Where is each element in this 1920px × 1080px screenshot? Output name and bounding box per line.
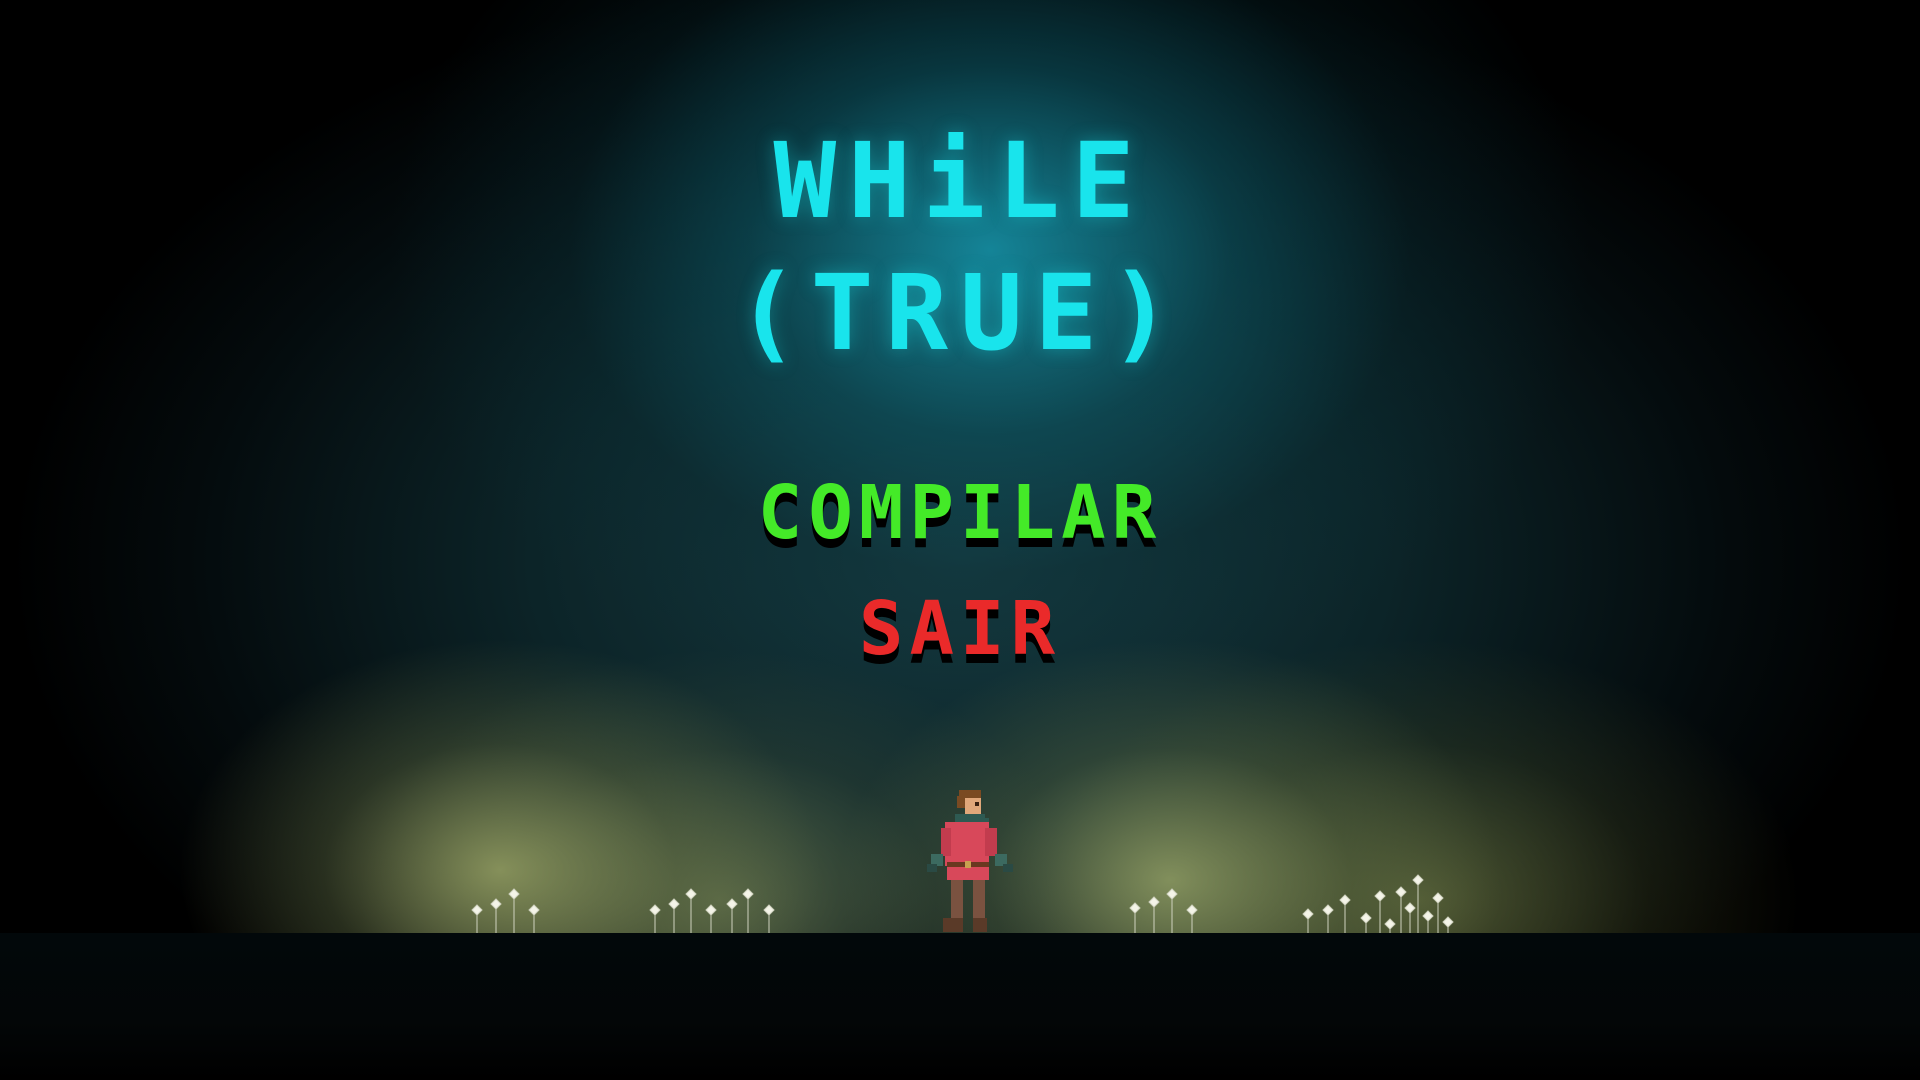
flower-icon — [1129, 902, 1141, 934]
flower-icon — [1374, 890, 1386, 934]
flower-icon — [490, 898, 502, 934]
flower-icon — [1166, 888, 1178, 934]
flower-icon — [1432, 892, 1444, 934]
flower-icon — [668, 898, 680, 934]
flower-icon — [705, 904, 717, 934]
game-title-line-2: (TRUE) — [736, 252, 1184, 374]
flower-icon — [1395, 886, 1407, 934]
game-title-line-1: WHiLE — [773, 120, 1147, 242]
flower-icon — [685, 888, 697, 934]
menu-option-sair[interactable]: SAIR — [0, 586, 1920, 672]
flower-icon — [726, 898, 738, 934]
flower-icon — [649, 904, 661, 934]
flower-icon — [742, 888, 754, 934]
flower-icon — [1186, 904, 1198, 934]
flower-icon — [528, 904, 540, 934]
flower-icon — [1442, 916, 1454, 934]
hero-sprite — [927, 790, 1013, 932]
flower-icon — [1148, 896, 1160, 934]
flower-icon — [1302, 908, 1314, 934]
flower-icon — [763, 904, 775, 934]
flower-icon — [1360, 912, 1372, 934]
flower-icon — [1339, 894, 1351, 934]
flower-icon — [1384, 918, 1396, 934]
flower-icon — [508, 888, 520, 934]
title-screen: WHiLE (TRUE) COMPILAR SAIR — [0, 0, 1920, 1080]
flower-icon — [1404, 902, 1416, 934]
flower-icon — [1322, 904, 1334, 934]
menu-option-compilar[interactable]: COMPILAR — [0, 470, 1920, 556]
flower-icon — [1412, 874, 1424, 934]
ground — [0, 933, 1920, 1080]
flower-icon — [471, 904, 483, 934]
flower-icon — [1422, 910, 1434, 934]
